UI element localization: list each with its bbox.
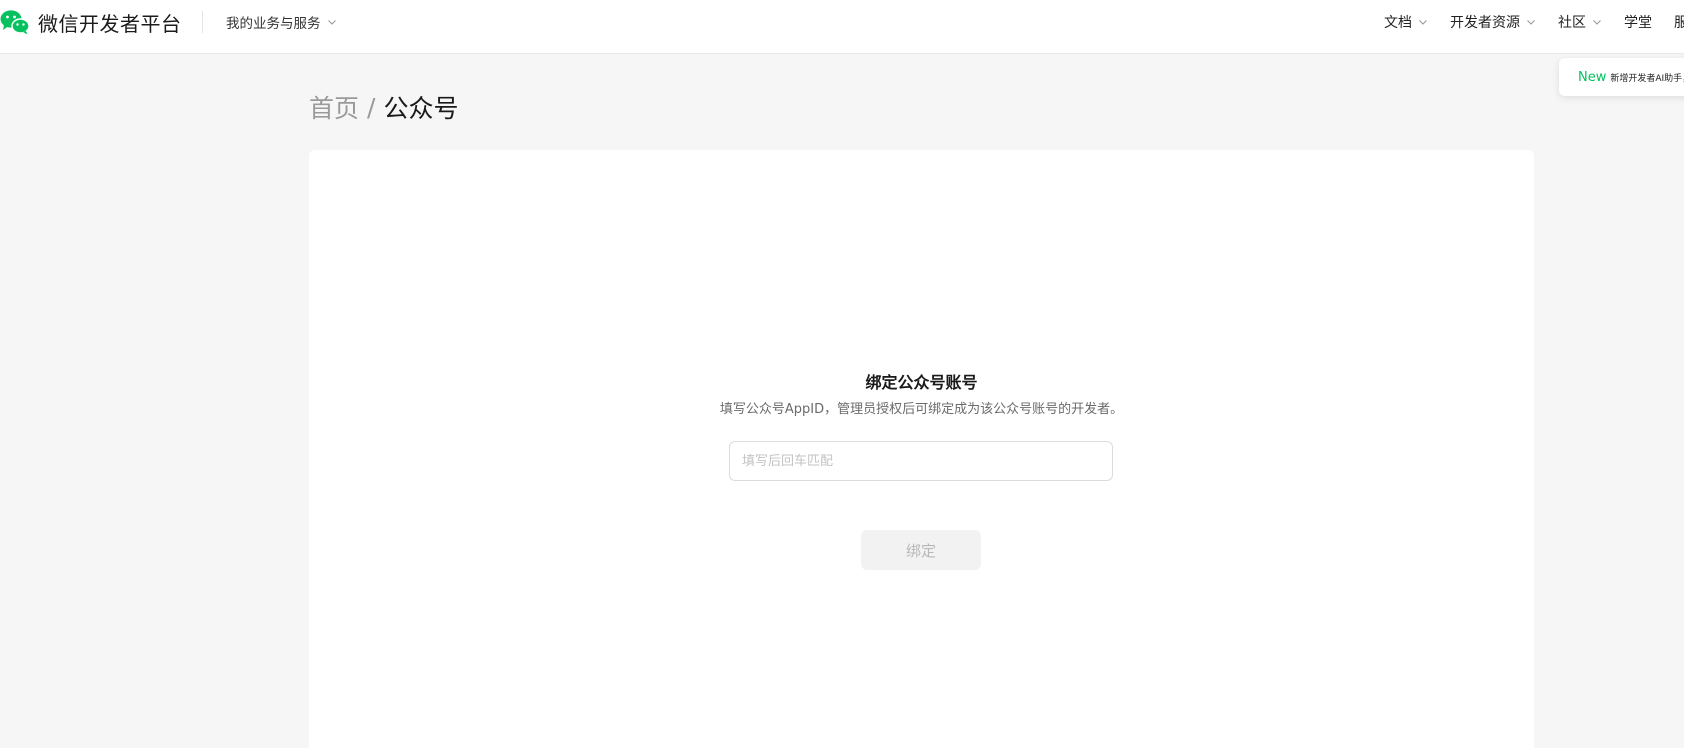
nav-academy[interactable]: 学堂 bbox=[1624, 12, 1652, 32]
bind-title: 绑定公众号账号 bbox=[865, 373, 978, 392]
nav-service-truncated[interactable]: 服 bbox=[1674, 12, 1684, 32]
brand-title: 微信开发者平台 bbox=[38, 11, 182, 36]
chevron-down-icon bbox=[1526, 17, 1536, 27]
breadcrumb: 首页 / 公众号 bbox=[309, 89, 459, 125]
breadcrumb-separator: / bbox=[367, 92, 376, 122]
new-feature-notice[interactable]: New 新增开发者AI助手， bbox=[1559, 58, 1684, 96]
appid-input[interactable] bbox=[729, 441, 1113, 481]
nav-community-label: 社区 bbox=[1558, 15, 1586, 31]
brand-home-link[interactable]: 微信开发者平台 bbox=[0, 9, 182, 36]
chevron-down-icon bbox=[327, 17, 337, 27]
my-business-menu-label: 我的业务与服务 bbox=[226, 16, 321, 32]
nav-community[interactable]: 社区 bbox=[1558, 12, 1602, 32]
top-navbar: 微信开发者平台 我的业务与服务 文档 开发者资源 社区 学堂 服 bbox=[0, 0, 1684, 54]
nav-service-label: 服 bbox=[1674, 15, 1684, 31]
nav-academy-label: 学堂 bbox=[1624, 15, 1652, 31]
bind-button[interactable]: 绑定 bbox=[861, 530, 981, 570]
notice-new-badge: New bbox=[1578, 69, 1607, 85]
my-business-menu[interactable]: 我的业务与服务 bbox=[226, 12, 337, 32]
breadcrumb-home-link[interactable]: 首页 bbox=[309, 89, 359, 125]
bind-account-card: 绑定公众号账号 填写公众号AppID，管理员授权后可绑定成为该公众号账号的开发者… bbox=[309, 150, 1534, 748]
wechat-logo-icon bbox=[0, 9, 30, 35]
header-nav: 文档 开发者资源 社区 学堂 服 bbox=[1362, 12, 1684, 32]
breadcrumb-current: 公众号 bbox=[383, 94, 459, 123]
nav-developer-resources-label: 开发者资源 bbox=[1450, 15, 1520, 31]
chevron-down-icon bbox=[1418, 17, 1428, 27]
nav-docs-label: 文档 bbox=[1384, 15, 1412, 31]
nav-developer-resources[interactable]: 开发者资源 bbox=[1450, 12, 1536, 32]
bind-description: 填写公众号AppID，管理员授权后可绑定成为该公众号账号的开发者。 bbox=[719, 402, 1124, 417]
notice-text: 新增开发者AI助手， bbox=[1610, 73, 1684, 84]
nav-docs[interactable]: 文档 bbox=[1384, 12, 1428, 32]
chevron-down-icon bbox=[1592, 17, 1602, 27]
header-divider bbox=[202, 11, 203, 33]
